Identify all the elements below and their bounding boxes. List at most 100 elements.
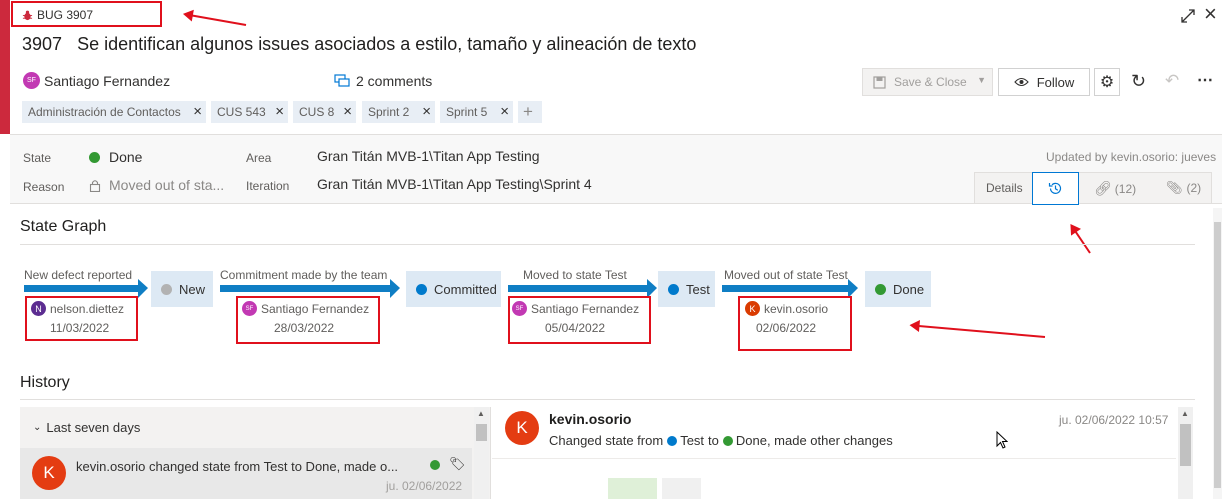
comments-link[interactable]: 2 comments [334, 73, 432, 89]
divider [20, 244, 1195, 245]
detail-from-state: Test [680, 433, 705, 448]
chevron-down-icon: ⌄ [33, 422, 42, 433]
undo-icon[interactable]: ↶ [1165, 71, 1179, 91]
remove-tag-icon[interactable]: × [500, 101, 509, 123]
annotation-box [738, 296, 852, 351]
state-node-name: Done [893, 281, 925, 297]
comment-icon [334, 74, 350, 87]
state-dot [668, 283, 679, 295]
scrollbar-thumb[interactable] [1180, 424, 1191, 466]
state-node-name: New [179, 281, 206, 297]
tab-links[interactable]: 🔗︎ (12) [1094, 180, 1136, 197]
state-node: Test [658, 271, 715, 307]
state-dot [416, 283, 427, 295]
state-dot [722, 435, 733, 446]
remove-tag-icon[interactable]: × [275, 101, 284, 123]
state-dot [430, 460, 440, 470]
remove-tag-icon[interactable]: × [422, 101, 431, 123]
area-value[interactable]: Gran Titán MVB-1\Titan App Testing [317, 148, 540, 164]
follow-label: Follow [1036, 74, 1075, 90]
save-icon [873, 75, 886, 89]
transition-arrow [220, 279, 400, 298]
annotation-box [236, 296, 380, 344]
tag-label: CUS 543 [217, 105, 266, 119]
history-title: History [20, 374, 70, 391]
page-scrollbar-thumb[interactable] [1214, 222, 1221, 488]
scrollbar-thumb[interactable] [476, 424, 487, 441]
mouse-cursor-icon [996, 431, 1008, 449]
save-close-label: Save & Close [894, 75, 967, 89]
transition-arrow [722, 279, 858, 298]
state-graph-title: State Graph [20, 218, 107, 235]
avatar: K [505, 411, 539, 445]
more-options-icon[interactable]: ⋯ [1197, 70, 1214, 90]
scrollbar[interactable] [474, 407, 489, 499]
reason-field[interactable]: Moved out of sta... [89, 177, 224, 193]
avatar: K [32, 456, 66, 490]
scroll-up-icon[interactable]: ▲ [1181, 409, 1189, 418]
remove-tag-icon[interactable]: × [343, 101, 352, 123]
tab-attachments[interactable]: 📎︎ (2) [1166, 180, 1201, 196]
settings-button[interactable]: ⚙ [1094, 68, 1120, 96]
tag[interactable]: CUS 8 × [293, 101, 356, 123]
remove-tag-icon[interactable]: × [193, 101, 202, 123]
tag-label: Sprint 2 [368, 105, 410, 119]
field-change-chip [662, 478, 701, 499]
updated-by[interactable]: Updated by kevin.osorio: jueves [1046, 150, 1216, 164]
tag[interactable]: Sprint 2 × [362, 101, 435, 123]
tag[interactable]: CUS 543 × [211, 101, 288, 123]
annotation-arrow [1070, 225, 1091, 254]
iteration-label: Iteration [246, 179, 290, 193]
state-node-name: Test [686, 281, 710, 297]
annotation-arrow [911, 324, 1046, 338]
transition-label: New defect reported [24, 268, 133, 282]
detail-to-word: to [708, 433, 719, 448]
state-node: Done [865, 271, 931, 307]
reason-label: Reason [23, 180, 65, 194]
detail-suffix: , made other changes [766, 433, 893, 448]
gear-icon: ⚙ [1099, 74, 1115, 91]
history-detail-text: Changed state from Test to Done , made o… [549, 433, 893, 448]
add-tag-button[interactable]: + [518, 101, 542, 123]
tag-icon: 🏷︎ [449, 456, 466, 471]
tab-history[interactable] [1032, 172, 1079, 205]
history-group-header[interactable]: ⌄ Last seven days [33, 420, 140, 435]
state-dot [875, 283, 886, 295]
state-node-name: Committed [434, 281, 497, 297]
lock-icon [89, 179, 101, 192]
tag[interactable]: Sprint 5 × [440, 101, 513, 123]
transition-arrow [508, 279, 657, 298]
chevron-down-icon[interactable]: ▼ [977, 75, 986, 85]
divider [492, 458, 1176, 459]
reason-value: Moved out of sta... [109, 177, 225, 193]
state-field[interactable]: Done [89, 149, 142, 165]
tag-label: Sprint 5 [446, 105, 488, 119]
tab-details[interactable]: Details [986, 181, 1023, 195]
divider [20, 399, 1195, 400]
transition-label: Moved out of state Test [724, 268, 848, 282]
history-icon [1048, 182, 1062, 194]
close-icon[interactable]: × [1204, 3, 1217, 25]
tag[interactable]: Administración de Contactos × [22, 101, 206, 123]
work-item-type-color-bar [0, 0, 10, 134]
work-item-title[interactable]: 3907 Se identifican algunos issues asoci… [22, 34, 696, 55]
history-item-date: ju. 02/06/2022 [386, 479, 463, 493]
field-change-label [511, 486, 581, 499]
iteration-value[interactable]: Gran Titán MVB-1\Titan App Testing\Sprin… [317, 176, 592, 192]
transition-label: Commitment made by the team [220, 268, 388, 282]
eye-icon [1013, 77, 1029, 87]
history-detail-date: ju. 02/06/2022 10:57 [1059, 413, 1169, 427]
tag-label: Administración de Contactos [28, 105, 181, 119]
tag-label: CUS 8 [299, 105, 335, 119]
expand-icon[interactable] [1180, 8, 1196, 24]
annotation-box [25, 296, 138, 341]
field-change-chip [608, 478, 657, 499]
assigned-to[interactable]: SF Santiago Fernandez [23, 72, 170, 89]
follow-button[interactable]: Follow [998, 68, 1090, 96]
refresh-icon[interactable]: ↻ [1131, 71, 1146, 92]
history-detail-user[interactable]: kevin.osorio [549, 411, 631, 427]
links-count: (12) [1114, 181, 1137, 196]
detail-prefix: Changed state from [549, 433, 664, 448]
scroll-up-icon[interactable]: ▲ [477, 409, 485, 418]
save-close-button[interactable]: Save & Close ▼ [862, 68, 993, 96]
